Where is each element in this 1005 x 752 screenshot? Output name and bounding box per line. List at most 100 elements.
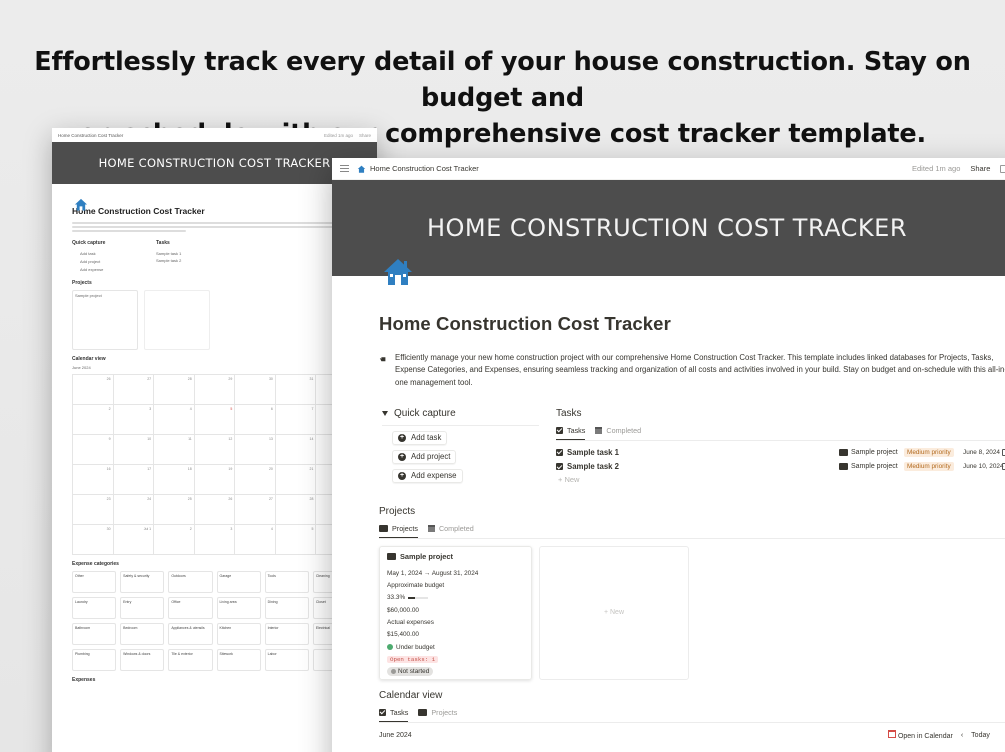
back-category-cards: Other Safety & security Outdoors Garage Tool…	[72, 571, 357, 671]
back-quick-buttons: Add task Add project Add expense	[80, 251, 104, 272]
project-name: Sample project	[400, 551, 453, 561]
back-window-preview: Home Construction Cost Tracker Edited 1m…	[52, 128, 377, 752]
calendar-app-icon	[888, 730, 896, 739]
description-callout: Efficiently manage your new home constru…	[379, 352, 1005, 389]
tasks-title: Tasks	[556, 407, 582, 419]
task-date: June 8, 2024	[963, 448, 1000, 456]
back-topbar-actions: Edited 1m ago Share	[323, 132, 371, 138]
back-section-calendar: Calendar view	[72, 356, 106, 362]
tasks-section: Tasks Tasks Completed Sample task 1 Samp…	[556, 408, 1005, 484]
toggle-triangle-icon	[382, 410, 388, 416]
task-project[interactable]: Sample project	[839, 463, 898, 471]
checkbox-icon	[379, 708, 386, 716]
tab-projects-completed[interactable]: Completed	[427, 524, 474, 538]
house-icon	[357, 165, 366, 173]
calendar-title: Calendar view	[379, 689, 443, 701]
back-house-icon	[74, 198, 88, 211]
back-section-expenses: Expenses	[72, 677, 96, 683]
actual-value: $15,400.00	[387, 631, 419, 639]
topbar: Home Construction Cost Tracker Edited 1m…	[332, 158, 1005, 180]
page-title: Home Construction Cost Tracker	[379, 313, 671, 334]
back-task-list: Sample task 1 Sample task 2	[156, 251, 182, 263]
comment-icon[interactable]	[1000, 164, 1005, 173]
back-cover: HOME CONSTRUCTION COST TRACKER	[52, 142, 377, 184]
plus-icon: +	[398, 452, 406, 461]
back-section-quick-capture: Quick capture	[72, 240, 106, 246]
back-page-title: Home Construction Cost Tracker	[72, 206, 205, 216]
calendar-tabs: Tasks Projects	[379, 708, 1005, 723]
projects-tabs: Projects Completed	[379, 524, 1005, 539]
quick-capture-title: Quick capture	[394, 407, 456, 419]
back-topbar: Home Construction Cost Tracker Edited 1m…	[52, 128, 377, 142]
priority-badge: Medium priority	[904, 447, 954, 457]
budget-progress-bar	[408, 596, 429, 599]
project-dates: May 1, 2024 → August 31, 2024	[387, 569, 479, 577]
page-cover: HOME CONSTRUCTION COST TRACKER	[332, 180, 1005, 276]
plus-icon: +	[398, 471, 406, 480]
back-section-expense-categories: Expense categories	[72, 561, 119, 567]
calendar-month: June 2024	[379, 731, 412, 739]
menu-icon[interactable]	[340, 165, 349, 172]
hand-pointer-icon	[379, 354, 386, 362]
quick-capture-toggle[interactable]: Quick capture	[382, 408, 539, 426]
folder-icon	[839, 463, 848, 471]
calendar-icon	[595, 427, 603, 435]
task-checkbox-icon	[556, 463, 563, 471]
add-task-button[interactable]: + Add task	[392, 430, 448, 445]
tab-calendar-projects[interactable]: Projects	[418, 708, 457, 722]
open-in-calendar-button[interactable]: Open in Calendar	[888, 730, 953, 740]
tab-completed[interactable]: Completed	[595, 426, 641, 440]
task-checkbox-icon	[556, 448, 563, 456]
priority-badge: Medium priority	[904, 462, 954, 472]
quick-capture-section: Quick capture + Add task + Add project + Ad…	[379, 408, 539, 484]
tasks-tabs: Tasks Completed	[556, 426, 1005, 441]
budget-value: $60,000.00	[387, 606, 419, 614]
calendar-section: Calendar view Tasks Projects June 2024 O…	[379, 689, 1005, 740]
open-tasks: Open tasks: 1	[387, 654, 524, 666]
breadcrumb[interactable]: Home Construction Cost Tracker	[370, 164, 479, 173]
back-calendar-month: June 2024	[72, 365, 91, 370]
today-button[interactable]: Today	[971, 732, 990, 739]
house-page-icon[interactable]	[383, 257, 413, 287]
cover-title: HOME CONSTRUCTION COST TRACKER	[426, 214, 907, 242]
status-badge: Not started	[387, 666, 524, 678]
task-row[interactable]: Sample task 2 Sample project Medium prio…	[556, 459, 1005, 474]
back-project-cards: Sample project	[72, 290, 357, 350]
back-description-lines	[72, 222, 357, 232]
folder-icon	[839, 448, 848, 456]
notion-window: Home Construction Cost Tracker Edited 1m…	[332, 158, 1005, 752]
budget-progress: 33.3%	[387, 592, 524, 604]
new-project-card[interactable]: + New	[539, 545, 689, 680]
prev-month-icon[interactable]: ‹	[961, 732, 963, 739]
project-card[interactable]: Sample project May 1, 2024 → August 31, …	[379, 545, 532, 680]
edited-timestamp: Edited 1m ago	[912, 164, 961, 173]
folder-icon	[379, 524, 388, 532]
task-date: June 10, 2024	[963, 463, 1004, 471]
plus-icon: +	[398, 433, 406, 442]
add-expense-button[interactable]: + Add expense	[392, 468, 463, 483]
tab-tasks[interactable]: Tasks	[556, 426, 586, 440]
budget-status: Under budget	[387, 642, 524, 654]
folder-icon	[387, 552, 396, 560]
tab-calendar-tasks[interactable]: Tasks	[379, 708, 409, 722]
budget-label: Approximate budget	[387, 582, 445, 590]
checkbox-icon	[556, 426, 563, 434]
actual-label: Actual expenses	[387, 619, 434, 627]
task-name: Sample task 1	[567, 447, 620, 457]
projects-title: Projects	[379, 505, 416, 517]
add-project-button[interactable]: + Add project	[392, 449, 457, 464]
back-breadcrumb: Home Construction Cost Tracker	[58, 132, 124, 138]
task-row[interactable]: Sample task 1 Sample project Medium prio…	[556, 445, 1005, 460]
headline-line-1: Effortlessly track every detail of your …	[34, 47, 971, 113]
back-section-tasks: Tasks	[156, 240, 170, 246]
task-name: Sample task 2	[567, 462, 620, 472]
page-description: Efficiently manage your new home constru…	[395, 353, 1005, 387]
back-section-projects: Projects	[72, 280, 92, 286]
projects-section: Projects Projects Completed Sample proje…	[379, 506, 1005, 680]
folder-icon	[418, 709, 428, 717]
task-project[interactable]: Sample project	[839, 448, 898, 456]
tab-projects[interactable]: Projects	[379, 524, 418, 538]
back-calendar-grid: 2627282930311 2345678 9101112131415 1617…	[72, 374, 357, 555]
share-button[interactable]: Share	[970, 164, 990, 173]
new-task-button[interactable]: + New	[558, 475, 1005, 484]
